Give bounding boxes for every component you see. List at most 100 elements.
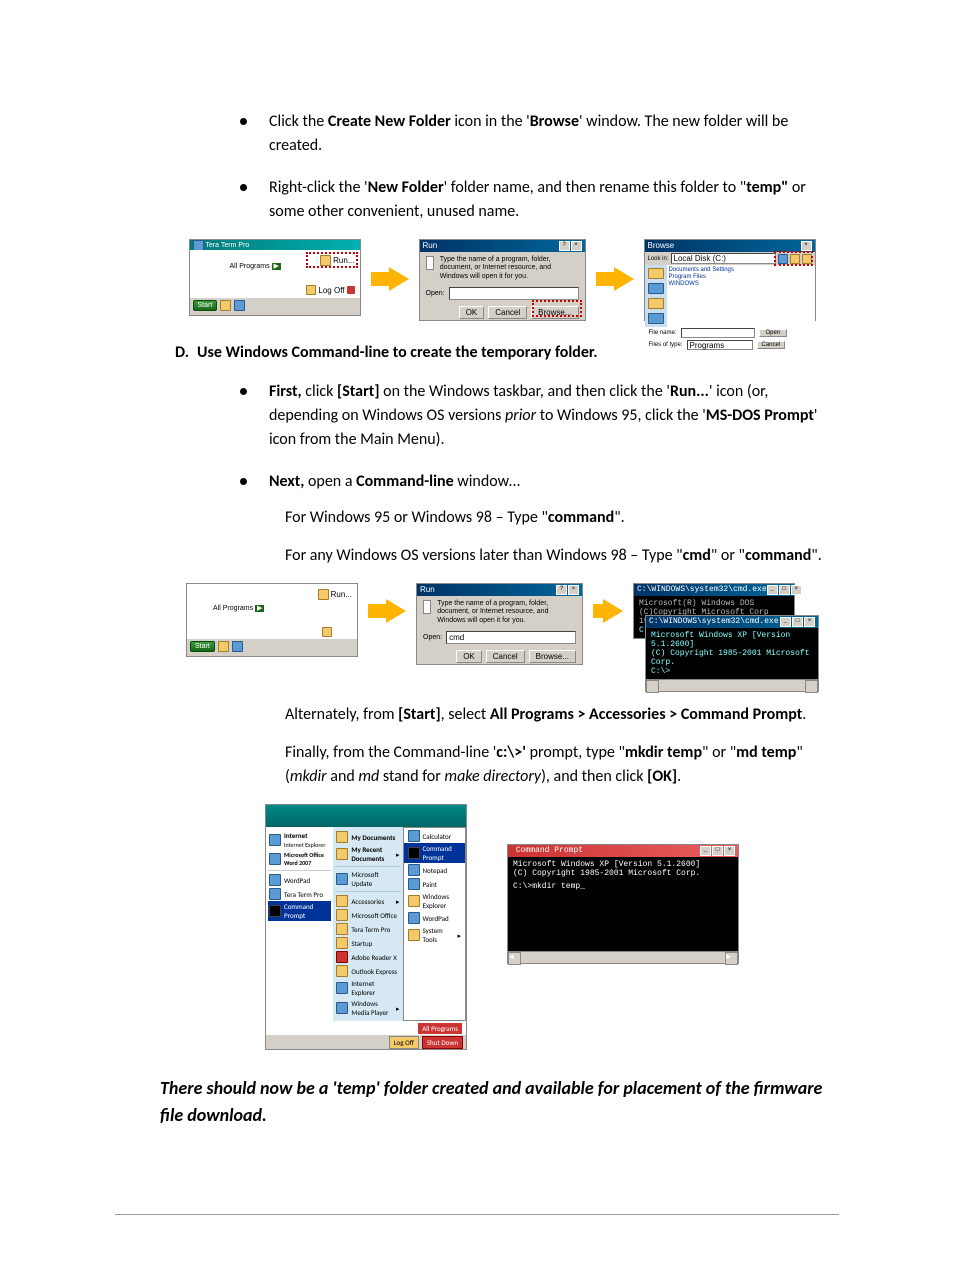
minimize-icon[interactable]: _ xyxy=(767,585,778,595)
cmd-output: (C) Copyright 1985-2001 Microsoft Corp. xyxy=(651,649,813,667)
text: open a xyxy=(304,472,356,491)
menu-item[interactable]: InternetInternet Explorer xyxy=(268,830,331,850)
run-dialog: Run?× Type the name of a program, folder… xyxy=(419,239,586,321)
text-bold: Run... xyxy=(670,382,709,401)
text-bold: Browse xyxy=(530,112,579,131)
maximize-icon[interactable]: □ xyxy=(792,617,803,627)
text: to Windows 95, click the ' xyxy=(536,406,706,425)
menu-item[interactable]: My Recent Documents ▸ xyxy=(335,844,400,864)
menu-item[interactable]: My Documents xyxy=(335,830,400,844)
menu-item[interactable]: Startup xyxy=(335,936,400,950)
wordpad-icon xyxy=(269,874,281,886)
ok-button[interactable]: OK xyxy=(456,650,482,663)
menu-item[interactable]: Adobe Reader X xyxy=(335,950,400,964)
menu-item[interactable]: Command Prompt xyxy=(268,901,331,921)
lookin-dropdown[interactable]: Local Disk (C:) xyxy=(671,253,776,264)
close-icon[interactable]: × xyxy=(804,617,815,627)
submenu-item[interactable]: System Tools ▸ xyxy=(404,925,465,945)
menu-item[interactable]: Accessories ▸ xyxy=(335,894,400,908)
filename-input[interactable] xyxy=(681,328,755,338)
arrow-right-icon xyxy=(368,599,406,623)
calc-icon xyxy=(408,830,420,842)
folder-item[interactable]: WINDOWS xyxy=(669,281,813,287)
new-folder-icon[interactable] xyxy=(802,254,812,264)
cmd-prompt[interactable]: C:\>mkdir temp_ xyxy=(513,882,733,891)
taskbar-icon xyxy=(232,641,243,652)
open-button[interactable]: Open xyxy=(759,329,788,337)
maximize-icon[interactable]: □ xyxy=(779,585,790,595)
taskbar-icon xyxy=(220,300,231,311)
menu-item[interactable]: WordPad xyxy=(268,873,331,887)
menu-item[interactable]: Outlook Express xyxy=(335,964,400,978)
figure-run-cmd: All Programs ▶ Run... Start Run?× Type t… xyxy=(165,583,839,683)
logoff-button[interactable]: Log Off xyxy=(389,1036,419,1049)
instruction-text: Alternately, from [Start], select All Pr… xyxy=(285,703,839,727)
close-icon[interactable]: × xyxy=(801,241,812,251)
cancel-button[interactable]: Cancel xyxy=(486,650,525,663)
ok-button[interactable]: OK xyxy=(459,306,485,319)
menu-item[interactable]: Microsoft Office Word 2007 xyxy=(268,850,331,868)
submenu-item[interactable]: Command Prompt xyxy=(404,843,465,863)
text-bold: Next, xyxy=(269,472,304,491)
menu-item[interactable]: Windows Media Player ▸ xyxy=(335,998,400,1018)
help-button[interactable]: ? xyxy=(556,585,567,595)
menu-item[interactable]: Microsoft Update xyxy=(335,869,400,889)
figure-start-run-browse: Tera Term Pro All Programs ▶ Run... Log … xyxy=(165,239,839,321)
submenu-item[interactable]: Windows Explorer xyxy=(404,891,465,911)
bullet-list-d: First, click [Start] on the Windows task… xyxy=(165,380,839,494)
arrow-right-icon xyxy=(371,267,409,291)
submenu-item[interactable]: Paint xyxy=(404,877,465,891)
maximize-icon[interactable]: □ xyxy=(712,846,723,856)
browse-button[interactable]: Browse... xyxy=(529,650,576,663)
menu-item[interactable]: Tera Term Pro xyxy=(335,922,400,936)
shutdown-button[interactable]: Shut Down xyxy=(422,1036,463,1049)
open-input[interactable] xyxy=(449,287,579,300)
bullet-icon xyxy=(240,118,247,125)
all-programs-button[interactable]: All Programs xyxy=(418,1023,462,1034)
command-prompt-window: Command Prompt_□× Microsoft Windows XP [… xyxy=(507,844,739,964)
scroll-left-icon[interactable]: ◄ xyxy=(508,952,521,965)
back-icon[interactable] xyxy=(778,254,788,264)
submenu-item[interactable]: Calculator xyxy=(404,829,465,843)
help-button[interactable]: ? xyxy=(559,241,570,251)
program-icon xyxy=(193,240,204,251)
filename-label: File name: xyxy=(649,330,677,336)
open-input[interactable]: cmd xyxy=(446,631,576,644)
text-italic: prior xyxy=(505,406,536,425)
folder-item[interactable]: Program Files xyxy=(669,274,813,280)
menu-item[interactable]: Internet Explorer xyxy=(335,978,400,998)
arrow-right-icon xyxy=(596,267,634,291)
filetype-label: Files of type: xyxy=(649,342,683,348)
minimize-icon[interactable]: _ xyxy=(780,617,791,627)
desktop-icon xyxy=(648,283,664,294)
file-list[interactable]: Documents and Settings Program Files WIN… xyxy=(667,265,815,325)
close-icon[interactable]: × xyxy=(724,846,735,856)
menu-item[interactable]: Tera Term Pro xyxy=(268,887,331,901)
folder-icon xyxy=(336,831,348,843)
up-icon[interactable] xyxy=(790,254,800,264)
close-icon[interactable]: × xyxy=(571,241,582,251)
window-title: C:\WINDOWS\system32\cmd.exe xyxy=(649,617,779,627)
close-icon[interactable]: × xyxy=(568,585,579,595)
scroll-right-icon[interactable] xyxy=(805,680,818,693)
start-button[interactable]: Start xyxy=(193,300,218,311)
folder-icon xyxy=(320,255,331,266)
start-button[interactable]: Start xyxy=(190,641,215,652)
submenu-item[interactable]: WordPad xyxy=(404,911,465,925)
start-menu-header xyxy=(266,805,466,827)
menu-item[interactable]: Microsoft Office xyxy=(335,908,400,922)
scroll-left-icon[interactable] xyxy=(646,680,659,693)
cmd-icon xyxy=(408,847,420,859)
close-icon[interactable]: × xyxy=(791,585,802,595)
folder-item[interactable]: Documents and Settings xyxy=(669,267,813,273)
minimize-icon[interactable]: _ xyxy=(700,846,711,856)
scroll-right-icon[interactable]: ► xyxy=(725,952,738,965)
cancel-button[interactable]: Cancel xyxy=(488,306,527,319)
cancel-button[interactable]: Cancel xyxy=(757,341,786,349)
browse-button[interactable]: Browse... xyxy=(531,306,578,319)
submenu-item[interactable]: Notepad xyxy=(404,863,465,877)
dialog-title: Run xyxy=(420,585,435,595)
chevron-right-icon: ▶ xyxy=(272,263,281,270)
filetype-dropdown[interactable]: Programs xyxy=(687,340,753,350)
text-bold: temp" xyxy=(746,178,788,197)
